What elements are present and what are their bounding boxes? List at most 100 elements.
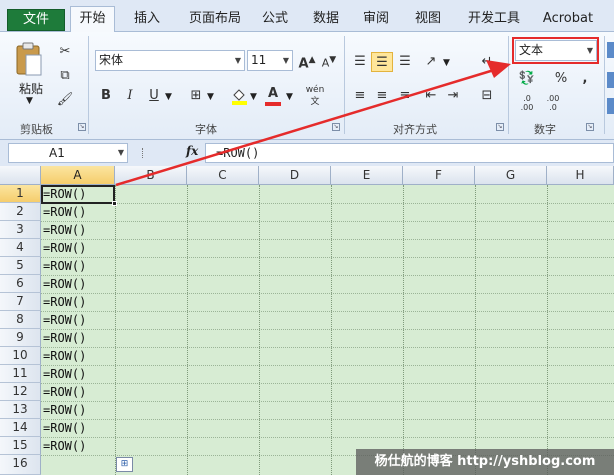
align-top-icon[interactable]: ☰ bbox=[349, 52, 371, 72]
cell-a5[interactable]: =ROW() bbox=[43, 257, 86, 275]
grow-font-button[interactable]: A▲ bbox=[296, 50, 318, 71]
chevron-down-icon[interactable]: ▼ bbox=[165, 92, 172, 102]
cut-icon[interactable]: ✂ bbox=[54, 42, 76, 62]
row-header[interactable]: 3 bbox=[0, 221, 41, 239]
comma-style-button[interactable]: , bbox=[574, 69, 596, 89]
cell-a6[interactable]: =ROW() bbox=[43, 275, 86, 293]
font-launcher-icon[interactable]: ↘ bbox=[332, 123, 340, 131]
increase-decimal-button[interactable]: .0 .00 bbox=[516, 94, 538, 114]
tab-view[interactable]: 视图 bbox=[408, 8, 448, 32]
cell-a9[interactable]: =ROW() bbox=[43, 329, 86, 347]
column-header-b[interactable]: B bbox=[115, 166, 187, 185]
auto-fill-options-icon[interactable]: ⊞ bbox=[116, 457, 133, 472]
shrink-font-button[interactable]: A▼ bbox=[318, 50, 340, 70]
row-header[interactable]: 11 bbox=[0, 365, 41, 383]
tab-data[interactable]: 数据 bbox=[306, 8, 346, 32]
row-header[interactable]: 7 bbox=[0, 293, 41, 311]
increase-indent-icon[interactable]: ⇥ bbox=[442, 86, 464, 106]
cell-a2[interactable]: =ROW() bbox=[43, 203, 86, 221]
font-color-button[interactable]: A bbox=[262, 84, 284, 106]
cell-a10[interactable]: =ROW() bbox=[43, 347, 86, 365]
cell-a13[interactable]: =ROW() bbox=[43, 401, 86, 419]
fill-handle[interactable] bbox=[112, 201, 117, 206]
cell-a11[interactable]: =ROW() bbox=[43, 365, 86, 383]
align-left-icon[interactable]: ≡ bbox=[349, 86, 371, 106]
paste-button[interactable] bbox=[14, 42, 44, 78]
align-bottom-icon[interactable]: ☰ bbox=[394, 52, 416, 72]
column-header-e[interactable]: E bbox=[331, 166, 403, 185]
decrease-decimal-button[interactable]: .00 .0 bbox=[542, 94, 564, 114]
cell-a3[interactable]: =ROW() bbox=[43, 221, 86, 239]
font-size-select[interactable]: 11 ▼ bbox=[247, 50, 293, 71]
copy-icon[interactable]: ⧉ bbox=[54, 66, 76, 86]
chevron-down-icon[interactable]: ▼ bbox=[286, 92, 293, 102]
row-header[interactable]: 10 bbox=[0, 347, 41, 365]
merge-center-icon[interactable]: ⊟ bbox=[476, 86, 498, 106]
row-header[interactable]: 5 bbox=[0, 257, 41, 275]
row-header[interactable]: 13 bbox=[0, 401, 41, 419]
cell-a15[interactable]: =ROW() bbox=[43, 437, 86, 455]
row-header[interactable]: 2 bbox=[0, 203, 41, 221]
cell-a8[interactable]: =ROW() bbox=[43, 311, 86, 329]
chevron-down-icon[interactable]: ▼ bbox=[207, 92, 214, 102]
accounting-format-icon[interactable]: 💱 bbox=[516, 69, 538, 89]
cell-a4[interactable]: =ROW() bbox=[43, 239, 86, 257]
select-all-corner[interactable] bbox=[0, 166, 41, 185]
chevron-down-icon[interactable]: ▼ bbox=[250, 92, 257, 102]
wrap-text-icon[interactable]: ↵ bbox=[476, 52, 498, 72]
decrease-indent-icon[interactable]: ⇤ bbox=[420, 86, 442, 106]
row-header[interactable]: 4 bbox=[0, 239, 41, 257]
clipboard-launcher-icon[interactable]: ↘ bbox=[78, 123, 86, 131]
tab-developer[interactable]: 开发工具 bbox=[459, 8, 529, 32]
styles-icon[interactable] bbox=[607, 72, 614, 88]
orientation-icon[interactable]: ↗ bbox=[420, 52, 442, 72]
tab-insert[interactable]: 插入 bbox=[127, 8, 167, 32]
row-header[interactable]: 14 bbox=[0, 419, 41, 437]
cell-a12[interactable]: =ROW() bbox=[43, 383, 86, 401]
tab-review[interactable]: 审阅 bbox=[356, 8, 396, 32]
paste-dropdown-icon[interactable]: ▼ bbox=[26, 96, 33, 106]
tab-formulas[interactable]: 公式 bbox=[255, 8, 295, 32]
name-box[interactable]: A1 ▼ bbox=[8, 143, 128, 163]
column-header-c[interactable]: C bbox=[187, 166, 259, 185]
align-right-icon[interactable]: ≡ bbox=[394, 86, 416, 106]
cell-a7[interactable]: =ROW() bbox=[43, 293, 86, 311]
tab-acrobat[interactable]: Acrobat bbox=[538, 8, 598, 32]
bold-button[interactable]: B bbox=[95, 86, 117, 106]
tab-home[interactable]: 开始 bbox=[70, 6, 115, 33]
chevron-down-icon[interactable]: ▼ bbox=[443, 58, 450, 68]
tab-file[interactable]: 文件 bbox=[7, 9, 65, 31]
row-header[interactable]: 6 bbox=[0, 275, 41, 293]
phonetic-guide-button[interactable]: wén 文 bbox=[304, 84, 326, 107]
column-header-d[interactable]: D bbox=[259, 166, 331, 185]
formula-input[interactable]: =ROW() bbox=[205, 143, 614, 163]
row-header[interactable]: 1 bbox=[0, 185, 41, 203]
number-launcher-icon[interactable]: ↘ bbox=[586, 123, 594, 131]
underline-button[interactable]: U bbox=[143, 86, 165, 106]
column-header-g[interactable]: G bbox=[475, 166, 547, 185]
alignment-launcher-icon[interactable]: ↘ bbox=[496, 123, 504, 131]
insert-function-icon[interactable]: fx bbox=[186, 144, 198, 158]
align-center-icon[interactable]: ≡ bbox=[371, 86, 393, 106]
column-header-a[interactable]: A bbox=[41, 166, 115, 185]
styles-icon[interactable] bbox=[607, 42, 614, 58]
align-middle-icon[interactable]: ☰ bbox=[371, 52, 393, 72]
row-header[interactable]: 16 bbox=[0, 455, 41, 475]
borders-icon[interactable]: ⊞ bbox=[185, 86, 207, 106]
row-header[interactable]: 15 bbox=[0, 437, 41, 455]
column-header-h[interactable]: H bbox=[547, 166, 614, 185]
column-header-f[interactable]: F bbox=[403, 166, 475, 185]
tab-page-layout[interactable]: 页面布局 bbox=[180, 8, 250, 32]
format-painter-icon[interactable]: 🖌 bbox=[54, 90, 76, 110]
percent-style-button[interactable]: % bbox=[550, 69, 572, 89]
formula-bar-splitter[interactable] bbox=[142, 148, 145, 158]
styles-icon[interactable] bbox=[607, 98, 614, 114]
italic-button[interactable]: I bbox=[119, 86, 141, 106]
fill-color-icon[interactable] bbox=[228, 86, 250, 106]
row-header[interactable]: 12 bbox=[0, 383, 41, 401]
font-name-select[interactable]: 宋体 ▼ bbox=[95, 50, 245, 71]
cell-a14[interactable]: =ROW() bbox=[43, 419, 86, 437]
worksheet-grid[interactable]: A B C D E F G H 1 2 3 4 5 6 7 8 9 10 11 … bbox=[0, 166, 614, 475]
row-header[interactable]: 9 bbox=[0, 329, 41, 347]
row-header[interactable]: 8 bbox=[0, 311, 41, 329]
